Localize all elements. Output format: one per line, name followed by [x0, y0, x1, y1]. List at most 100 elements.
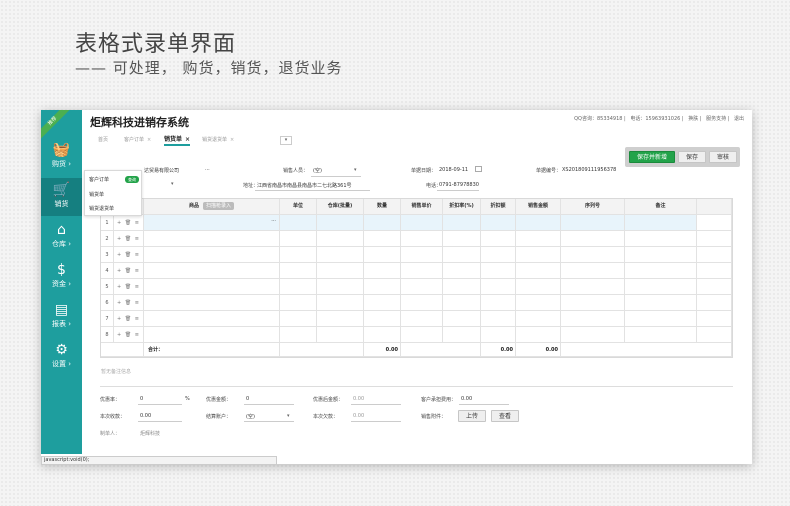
row-actions[interactable]: + 🗑 ≡	[114, 247, 144, 263]
grid-cell[interactable]	[364, 311, 401, 327]
submenu-item-customer-order[interactable]: 客户订单	[89, 176, 109, 183]
sidebar-item-warehouse[interactable]: ⌂ 仓库 ›	[41, 218, 82, 256]
close-icon[interactable]: ×	[147, 137, 151, 143]
sidebar-item-purchase[interactable]: 🧺 购货 ›	[41, 138, 82, 176]
tab-more-button[interactable]: ▾	[280, 136, 292, 145]
grid-cell[interactable]	[697, 327, 732, 343]
grid-cell[interactable]	[364, 327, 401, 343]
sidebar-item-funds[interactable]: $ 资金 ›	[41, 258, 82, 296]
grid-cell[interactable]	[401, 215, 443, 231]
grid-cell[interactable]	[443, 279, 481, 295]
grid-cell[interactable]	[317, 231, 364, 247]
logout-link[interactable]: 退出	[734, 116, 744, 122]
product-cell[interactable]	[144, 247, 280, 263]
grid-cell[interactable]	[317, 215, 364, 231]
grid-cell[interactable]	[401, 311, 443, 327]
grid-cell[interactable]	[625, 215, 697, 231]
grid-cell[interactable]	[561, 279, 625, 295]
grid-cell[interactable]	[364, 279, 401, 295]
grid-cell[interactable]	[516, 215, 561, 231]
product-cell[interactable]	[144, 279, 280, 295]
chevron-down-icon[interactable]: ▾	[287, 413, 290, 419]
received-input[interactable]: 0.00	[140, 413, 151, 419]
sidebar-item-reports[interactable]: ▤ 报表 ›	[41, 298, 82, 336]
grid-cell[interactable]	[401, 247, 443, 263]
submenu-item-sales-return[interactable]: 销货退货单	[89, 205, 114, 212]
grid-cell[interactable]	[697, 279, 732, 295]
grid-cell[interactable]	[280, 263, 317, 279]
tab-sales-order[interactable]: 销货单 ×	[164, 134, 191, 146]
tab-sales-return[interactable]: 销货退货单 ×	[202, 134, 234, 146]
qq-contact-link[interactable]: QQ咨询：85334918	[574, 116, 622, 122]
grid-cell[interactable]	[401, 295, 443, 311]
view-button[interactable]: 查看	[491, 410, 519, 422]
grid-cell[interactable]	[697, 295, 732, 311]
grid-cell[interactable]	[280, 231, 317, 247]
sidebar-item-sales[interactable]: 🛒 销货	[41, 178, 82, 216]
grid-cell[interactable]	[317, 295, 364, 311]
grid-cell[interactable]	[625, 231, 697, 247]
grid-cell[interactable]	[280, 215, 317, 231]
grid-cell[interactable]	[625, 295, 697, 311]
sidebar-item-settings[interactable]: ⚙ 设置 ›	[41, 338, 82, 376]
grid-cell[interactable]	[481, 327, 516, 343]
grid-cell[interactable]	[697, 311, 732, 327]
grid-cell[interactable]	[561, 327, 625, 343]
grid-cell[interactable]	[443, 247, 481, 263]
grid-cell[interactable]	[516, 327, 561, 343]
product-cell[interactable]	[144, 263, 280, 279]
grid-cell[interactable]	[317, 311, 364, 327]
product-picker-more[interactable]: ···	[271, 218, 276, 224]
grid-cell[interactable]	[516, 279, 561, 295]
phone-input[interactable]: 0791-87978830	[439, 182, 479, 188]
grid-cell[interactable]	[364, 231, 401, 247]
grid-cell[interactable]	[561, 247, 625, 263]
grid-cell[interactable]	[401, 263, 443, 279]
grid-cell[interactable]	[443, 311, 481, 327]
row-actions[interactable]: + 🗑 ≡	[114, 295, 144, 311]
row-actions[interactable]: + 🗑 ≡	[114, 327, 144, 343]
grid-cell[interactable]	[481, 231, 516, 247]
grid-cell[interactable]	[481, 279, 516, 295]
close-icon[interactable]: ×	[230, 137, 234, 143]
audit-button[interactable]: 审核	[709, 151, 737, 163]
grid-cell[interactable]	[697, 215, 732, 231]
grid-cell[interactable]	[280, 279, 317, 295]
support-link[interactable]: 服务支持	[706, 116, 726, 122]
grid-cell[interactable]	[516, 247, 561, 263]
submenu-item-sales-order[interactable]: 销货单	[89, 191, 104, 198]
grid-cell[interactable]	[481, 295, 516, 311]
grid-cell[interactable]	[516, 231, 561, 247]
grid-cell[interactable]	[561, 263, 625, 279]
product-cell[interactable]	[144, 311, 280, 327]
grid-cell[interactable]	[401, 231, 443, 247]
grid-cell[interactable]	[481, 247, 516, 263]
grid-cell[interactable]	[481, 215, 516, 231]
grid-cell[interactable]	[364, 215, 401, 231]
grid-cell[interactable]	[317, 263, 364, 279]
row-actions[interactable]: + 🗑 ≡	[114, 311, 144, 327]
grid-cell[interactable]	[561, 295, 625, 311]
discount-rate-input[interactable]: 0	[140, 396, 143, 402]
grid-cell[interactable]	[697, 247, 732, 263]
grid-cell[interactable]	[516, 263, 561, 279]
close-icon[interactable]: ×	[185, 136, 190, 143]
row-actions[interactable]: + 🗑 ≡	[114, 231, 144, 247]
grid-cell[interactable]	[625, 247, 697, 263]
grid-cell[interactable]	[561, 231, 625, 247]
grid-cell[interactable]	[625, 263, 697, 279]
tab-home[interactable]: 首页	[98, 134, 108, 146]
grid-cell[interactable]	[481, 311, 516, 327]
grid-cell[interactable]	[481, 263, 516, 279]
grid-cell[interactable]	[401, 327, 443, 343]
grid-cell[interactable]	[280, 247, 317, 263]
grid-cell[interactable]	[364, 295, 401, 311]
salesperson-select[interactable]: (空)	[313, 167, 322, 174]
grid-cell[interactable]	[561, 311, 625, 327]
grid-cell[interactable]	[317, 327, 364, 343]
grid-cell[interactable]	[625, 311, 697, 327]
grid-cell[interactable]	[364, 263, 401, 279]
remark-input[interactable]: 暂无备注信息	[101, 368, 131, 375]
product-cell[interactable]	[144, 295, 280, 311]
grid-cell[interactable]	[697, 231, 732, 247]
